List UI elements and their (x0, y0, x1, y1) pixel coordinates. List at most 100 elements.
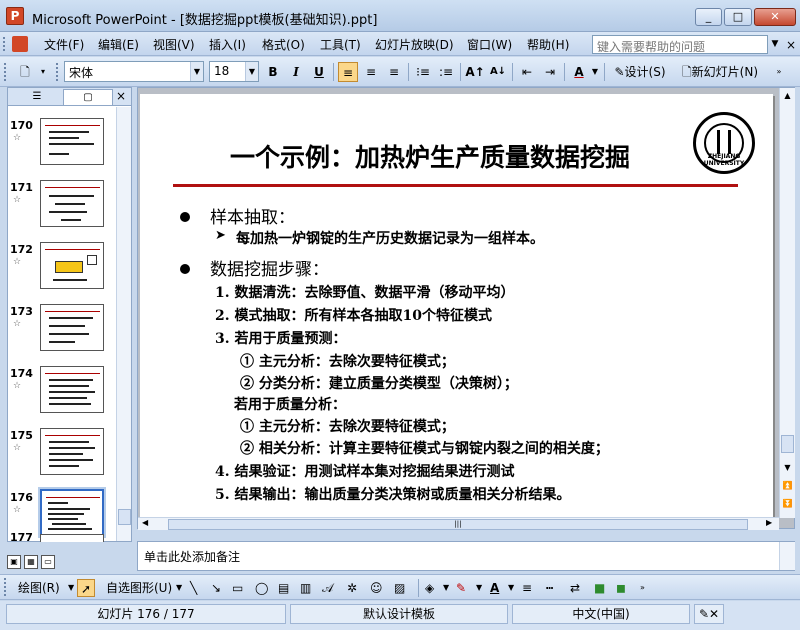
italic-button[interactable]: I (286, 62, 306, 82)
tab-outline[interactable]: ☰ (12, 89, 62, 105)
font-color-draw-icon[interactable]: A (490, 579, 499, 597)
step-sub-item[interactable]: ② 分类分析：建立质量分类模型（决策树）； (240, 373, 518, 393)
design-button[interactable]: ✎设计(S) (609, 62, 671, 82)
pane-close-button[interactable]: × (116, 89, 126, 103)
fill-color-icon[interactable]: ◈ (425, 579, 434, 597)
menu-help[interactable]: 帮助(H) (527, 36, 569, 53)
new-document-icon[interactable]: 🗋 (14, 62, 36, 82)
slide-thumbnail[interactable] (40, 366, 104, 413)
draw-menu-button[interactable]: 绘图(R) (18, 579, 60, 597)
dash-style-icon[interactable]: ┅ (546, 579, 553, 597)
menu-view[interactable]: 视图(V) (153, 36, 195, 53)
step-item[interactable]: 3. 若用于质量预测： (215, 328, 347, 348)
rectangle-tool-icon[interactable]: ▭ (232, 579, 243, 597)
thumbnails-scroll-thumb[interactable] (118, 509, 131, 525)
scroll-right-icon[interactable]: ▶ (766, 518, 772, 527)
menu-edit[interactable]: 编辑(E) (98, 36, 139, 53)
toolbar-overflow-icon[interactable]: » (772, 62, 786, 82)
toolbar-overflow-icon[interactable]: » (640, 579, 645, 597)
bullet-sample-extraction[interactable]: 样本抽取： (210, 203, 295, 228)
arrow-tool-icon[interactable]: ↘ (211, 579, 221, 597)
scroll-down-icon[interactable]: ▼ (780, 460, 795, 475)
oval-tool-icon[interactable]: ◯ (255, 579, 268, 597)
wordart-icon[interactable]: 𝒜 (322, 579, 333, 597)
slide-vertical-scrollbar[interactable]: ▲ ▼ ⏫ ⏬ (779, 88, 795, 518)
slide-scroll-thumb[interactable] (781, 435, 794, 453)
document-icon[interactable] (12, 36, 28, 52)
slide-thumbnail[interactable] (40, 534, 104, 542)
powerpoint-app-icon[interactable]: P (6, 7, 24, 25)
step-sub-item[interactable]: ② 相关分析：计算主要特征模式与钢锭内裂之间的相关度； (240, 438, 609, 458)
font-color-button[interactable]: A (569, 62, 589, 82)
step-sub-item[interactable]: ① 主元分析：去除次要特征模式； (240, 416, 455, 436)
slide-thumbnail[interactable] (40, 242, 104, 289)
bullet-mining-steps[interactable]: 数据挖掘步骤： (210, 255, 329, 280)
bullets-icon[interactable]: :≡ (436, 62, 456, 82)
toolbar-grip[interactable] (4, 578, 7, 596)
help-search-input[interactable]: 键入需要帮助的问题 (592, 35, 768, 54)
textbox-tool-icon[interactable]: ▤ (278, 579, 289, 597)
clipart-icon[interactable]: ☺ (370, 579, 383, 597)
tab-slides[interactable]: ▢ (63, 89, 113, 105)
menu-grip[interactable] (3, 37, 6, 51)
menu-insert[interactable]: 插入(I) (209, 36, 246, 53)
shadow-icon[interactable]: ■ (594, 579, 605, 597)
next-slide-icon[interactable]: ⏬ (780, 496, 795, 511)
previous-slide-icon[interactable]: ⏫ (780, 478, 795, 493)
step-item[interactable]: 5. 结果输出：输出质量分类决策树或质量相关分析结果。 (215, 484, 571, 504)
step-sub-heading[interactable]: 若用于质量分析： (234, 394, 346, 414)
increase-font-icon[interactable]: A↑ (465, 62, 485, 82)
align-right-icon[interactable]: ≡ (384, 62, 404, 82)
slide-sorter-icon[interactable]: ▦ (24, 555, 38, 569)
autoshapes-button[interactable]: 自选图形(U) (106, 579, 172, 597)
draw-dropdown-icon[interactable]: ▼ (68, 579, 74, 597)
slide-canvas[interactable]: 一个示例：加热炉生产质量数据挖掘 ZHEJIANG UNIVERSITY 样本抽… (140, 94, 773, 517)
3d-style-icon[interactable]: ◼ (616, 579, 626, 597)
menu-slideshow[interactable]: 幻灯片放映(D) (375, 36, 454, 53)
slide-title[interactable]: 一个示例：加热炉生产质量数据挖掘 (230, 138, 630, 174)
horizontal-scroll-thumb[interactable]: ||| (168, 519, 748, 530)
bold-button[interactable]: B (263, 62, 283, 82)
fill-dropdown-icon[interactable]: ▼ (443, 579, 449, 597)
align-left-icon[interactable]: ≡ (338, 62, 358, 82)
slideshow-view-icon[interactable]: ▭ (41, 555, 55, 569)
font-color-draw-dropdown-icon[interactable]: ▼ (508, 579, 514, 597)
slide-thumbnail[interactable] (40, 118, 104, 165)
step-item[interactable]: 2. 模式抽取：所有样本各抽取10个特征模式 (215, 305, 492, 325)
menu-file[interactable]: 文件(F) (44, 36, 84, 53)
close-button[interactable]: ✕ (754, 8, 796, 26)
menu-tools[interactable]: 工具(T) (320, 36, 361, 53)
arrow-style-icon[interactable]: ⇄ (570, 579, 580, 597)
menu-format[interactable]: 格式(O) (262, 36, 305, 53)
notes-scrollbar[interactable] (779, 542, 795, 570)
scroll-up-icon[interactable]: ▲ (780, 88, 795, 103)
notes-placeholder[interactable]: 单击此处添加备注 (144, 548, 240, 565)
diagram-icon[interactable]: ✲ (347, 579, 357, 597)
document-close-button[interactable]: × (786, 38, 796, 52)
sub-item-sample[interactable]: 每加热一炉钢锭的生产历史数据记录为一组样本。 (236, 228, 544, 248)
step-sub-item[interactable]: ① 主元分析：去除次要特征模式； (240, 351, 455, 371)
toolbar-grip[interactable] (4, 63, 7, 81)
step-item[interactable]: 4. 结果验证：用测试样本集对挖掘结果进行测试 (215, 461, 515, 481)
new-slide-button[interactable]: 🗋新幻灯片(N) (675, 62, 765, 82)
font-dropdown-icon[interactable]: ▼ (190, 62, 203, 81)
line-color-icon[interactable]: ✎ (456, 579, 466, 597)
line-color-dropdown-icon[interactable]: ▼ (476, 579, 482, 597)
underline-button[interactable]: U (309, 62, 329, 82)
slide-thumbnail[interactable] (40, 304, 104, 351)
notes-pane[interactable]: 单击此处添加备注 (137, 541, 795, 571)
minimize-button[interactable]: _ (695, 8, 722, 26)
menu-window[interactable]: 窗口(W) (467, 36, 512, 53)
slide-horizontal-scrollbar[interactable]: ◀ ||| ▶ (138, 517, 779, 530)
font-color-dropdown-icon[interactable]: ▼ (590, 62, 600, 82)
thumbnails-scrollbar[interactable] (116, 107, 131, 541)
normal-view-icon[interactable]: ▣ (7, 555, 21, 569)
size-dropdown-icon[interactable]: ▼ (245, 62, 258, 81)
align-center-icon[interactable]: ≡ (361, 62, 381, 82)
line-style-icon[interactable]: ≡ (522, 579, 532, 597)
picture-icon[interactable]: ▨ (394, 579, 405, 597)
slide-thumbnail[interactable] (40, 428, 104, 475)
slide-thumbnail-selected[interactable] (38, 487, 106, 538)
vertical-textbox-icon[interactable]: ▥ (300, 579, 311, 597)
decrease-indent-icon[interactable]: ⇤ (517, 62, 537, 82)
